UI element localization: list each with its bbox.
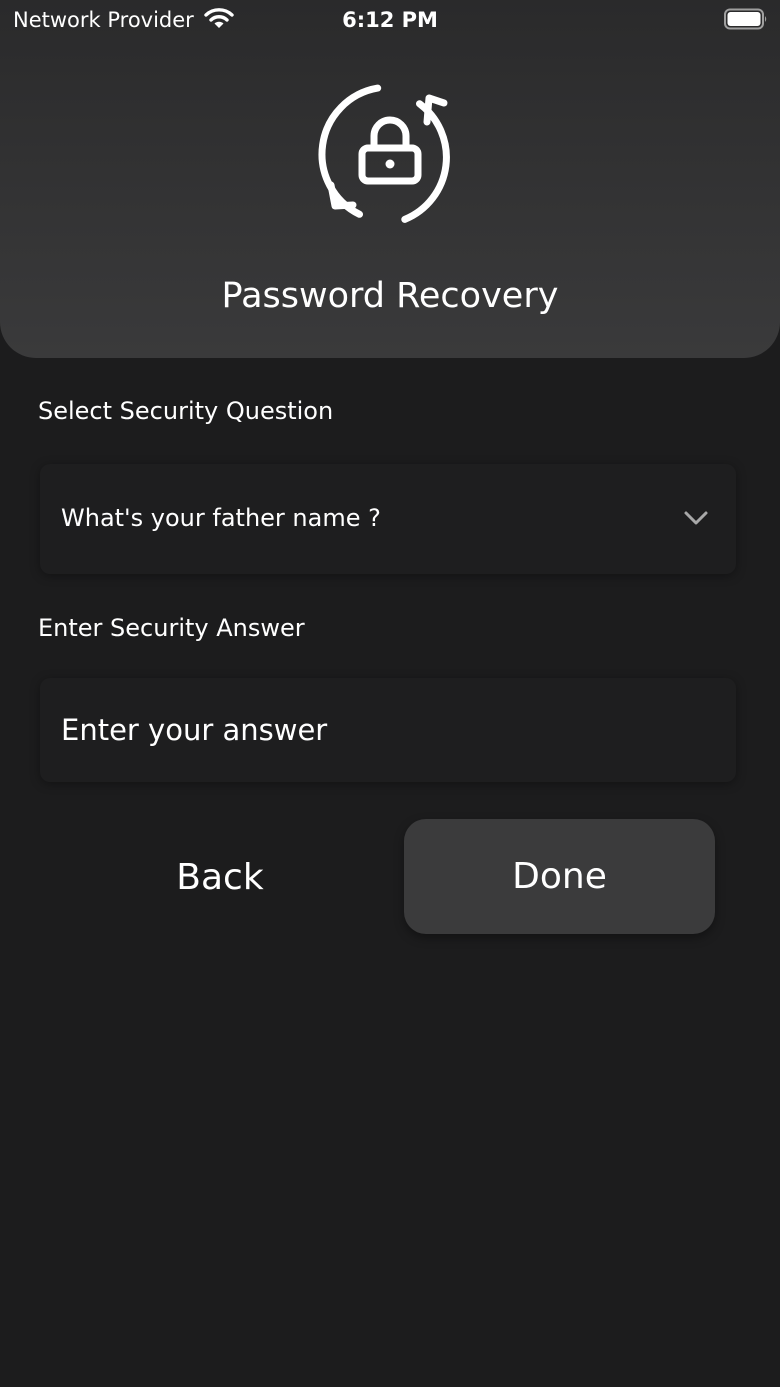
page-title: Password Recovery: [221, 276, 559, 316]
security-answer-field: [40, 678, 736, 782]
chevron-down-icon: [684, 511, 708, 525]
security-answer-input[interactable]: [40, 678, 736, 782]
lock-refresh-icon: [318, 84, 450, 223]
status-bar: Network Provider 6:12 PM: [0, 0, 780, 40]
header-panel: Network Provider 6:12 PM Password Recove…: [0, 0, 780, 358]
battery-full-icon: [724, 8, 767, 30]
security-answer-label: Enter Security Answer: [38, 614, 305, 642]
done-button[interactable]: Done: [404, 819, 715, 934]
status-time: 6:12 PM: [342, 8, 438, 32]
security-question-label: Select Security Question: [38, 397, 334, 425]
back-button[interactable]: Back: [66, 820, 374, 934]
selected-question: What's your father name ?: [61, 504, 381, 532]
security-question-dropdown[interactable]: What's your father name ?: [40, 464, 736, 574]
